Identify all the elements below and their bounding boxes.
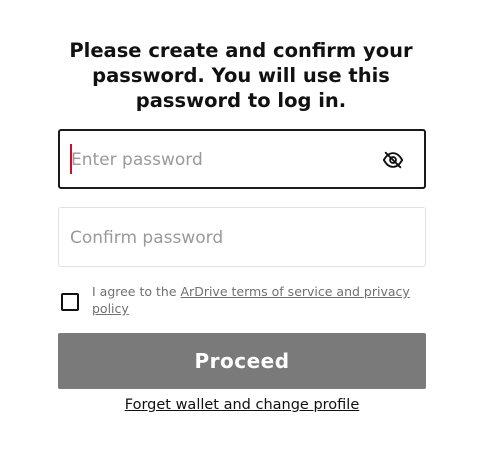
proceed-button[interactable]: Proceed — [58, 333, 426, 389]
create-password-dialog: Please create and confirm your password.… — [0, 0, 482, 457]
confirm-password-field[interactable]: Confirm password — [58, 207, 426, 267]
terms-prefix: I agree to the — [92, 284, 177, 299]
terms-agreement: I agree to the ArDrive terms of service … — [58, 282, 426, 318]
terms-text: I agree to the ArDrive terms of service … — [92, 283, 428, 317]
page-title: Please create and confirm your password.… — [69, 39, 413, 112]
password-placeholder: Enter password — [71, 150, 203, 170]
forget-wallet-link[interactable]: Forget wallet and change profile — [58, 395, 426, 415]
confirm-password-placeholder: Confirm password — [70, 228, 224, 248]
password-field[interactable]: Enter password — [58, 129, 426, 189]
eye-slash-icon[interactable] — [382, 149, 404, 171]
terms-checkbox[interactable] — [61, 293, 79, 311]
